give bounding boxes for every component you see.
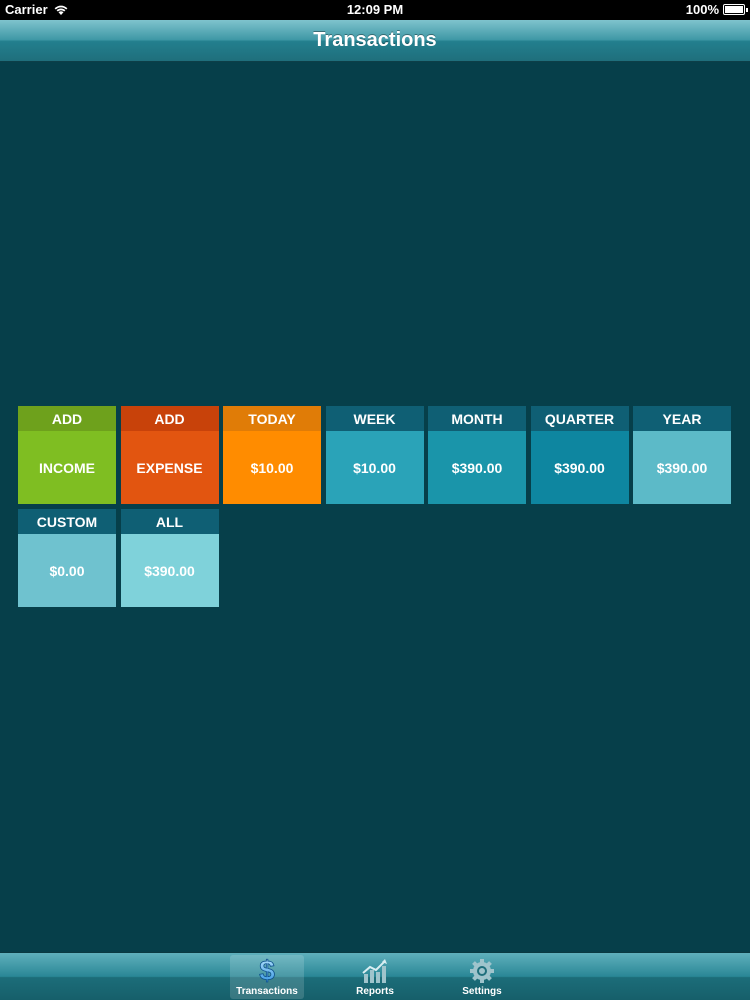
- tab-reports[interactable]: Reports: [338, 955, 412, 999]
- tile-value: $390.00: [428, 431, 526, 504]
- tile-label: WEEK: [325, 406, 424, 431]
- battery-percent: 100%: [685, 2, 719, 17]
- tile-value: EXPENSE: [120, 431, 219, 504]
- battery-indicator: 100%: [685, 2, 748, 17]
- tile-value: $390.00: [530, 431, 629, 504]
- gear-icon: [470, 959, 494, 983]
- tab-settings[interactable]: Settings: [445, 955, 519, 999]
- tile-value: $390.00: [120, 534, 219, 607]
- svg-text:$: $: [259, 956, 275, 984]
- add-expense-tile[interactable]: ADD EXPENSE: [120, 406, 219, 504]
- status-time: 12:09 PM: [346, 2, 404, 17]
- today-tile[interactable]: TODAY $10.00: [223, 406, 321, 504]
- tab-label: Transactions: [236, 986, 298, 997]
- tile-label: ADD: [120, 406, 219, 431]
- tile-value: $10.00: [223, 431, 321, 504]
- page-title: Transactions: [313, 29, 437, 51]
- custom-tile[interactable]: CUSTOM $0.00: [18, 509, 116, 607]
- tile-label: ADD: [18, 406, 116, 431]
- tab-label: Reports: [356, 986, 394, 997]
- month-tile[interactable]: MONTH $390.00: [428, 406, 526, 504]
- tile-label: MONTH: [428, 406, 526, 431]
- tile-label: ALL: [120, 509, 219, 534]
- tile-value: INCOME: [18, 431, 116, 504]
- tab-bar: $ Transactions Reports Settings: [0, 952, 750, 1000]
- battery-icon: [723, 4, 748, 15]
- tile-grid: ADD INCOME ADD EXPENSE TODAY $10.00 WEEK…: [18, 406, 731, 607]
- navigation-bar: Transactions: [0, 20, 750, 62]
- tile-value: $0.00: [18, 534, 116, 607]
- all-tile[interactable]: ALL $390.00: [120, 509, 219, 607]
- tab-label: Settings: [462, 986, 502, 997]
- main-content: ADD INCOME ADD EXPENSE TODAY $10.00 WEEK…: [0, 62, 750, 952]
- tile-label: QUARTER: [530, 406, 629, 431]
- quarter-tile[interactable]: QUARTER $390.00: [530, 406, 629, 504]
- add-income-tile[interactable]: ADD INCOME: [18, 406, 116, 504]
- tile-value: $10.00: [325, 431, 424, 504]
- year-tile[interactable]: YEAR $390.00: [633, 406, 731, 504]
- tile-label: YEAR: [633, 406, 731, 431]
- status-bar: Carrier 12:09 PM 100%: [0, 0, 750, 20]
- week-tile[interactable]: WEEK $10.00: [325, 406, 424, 504]
- tab-transactions[interactable]: $ Transactions: [230, 955, 304, 999]
- dollar-icon: $: [259, 956, 276, 984]
- tile-label: CUSTOM: [18, 509, 116, 534]
- chart-icon: [362, 959, 387, 983]
- tile-value: $390.00: [633, 431, 731, 504]
- tile-label: TODAY: [223, 406, 321, 431]
